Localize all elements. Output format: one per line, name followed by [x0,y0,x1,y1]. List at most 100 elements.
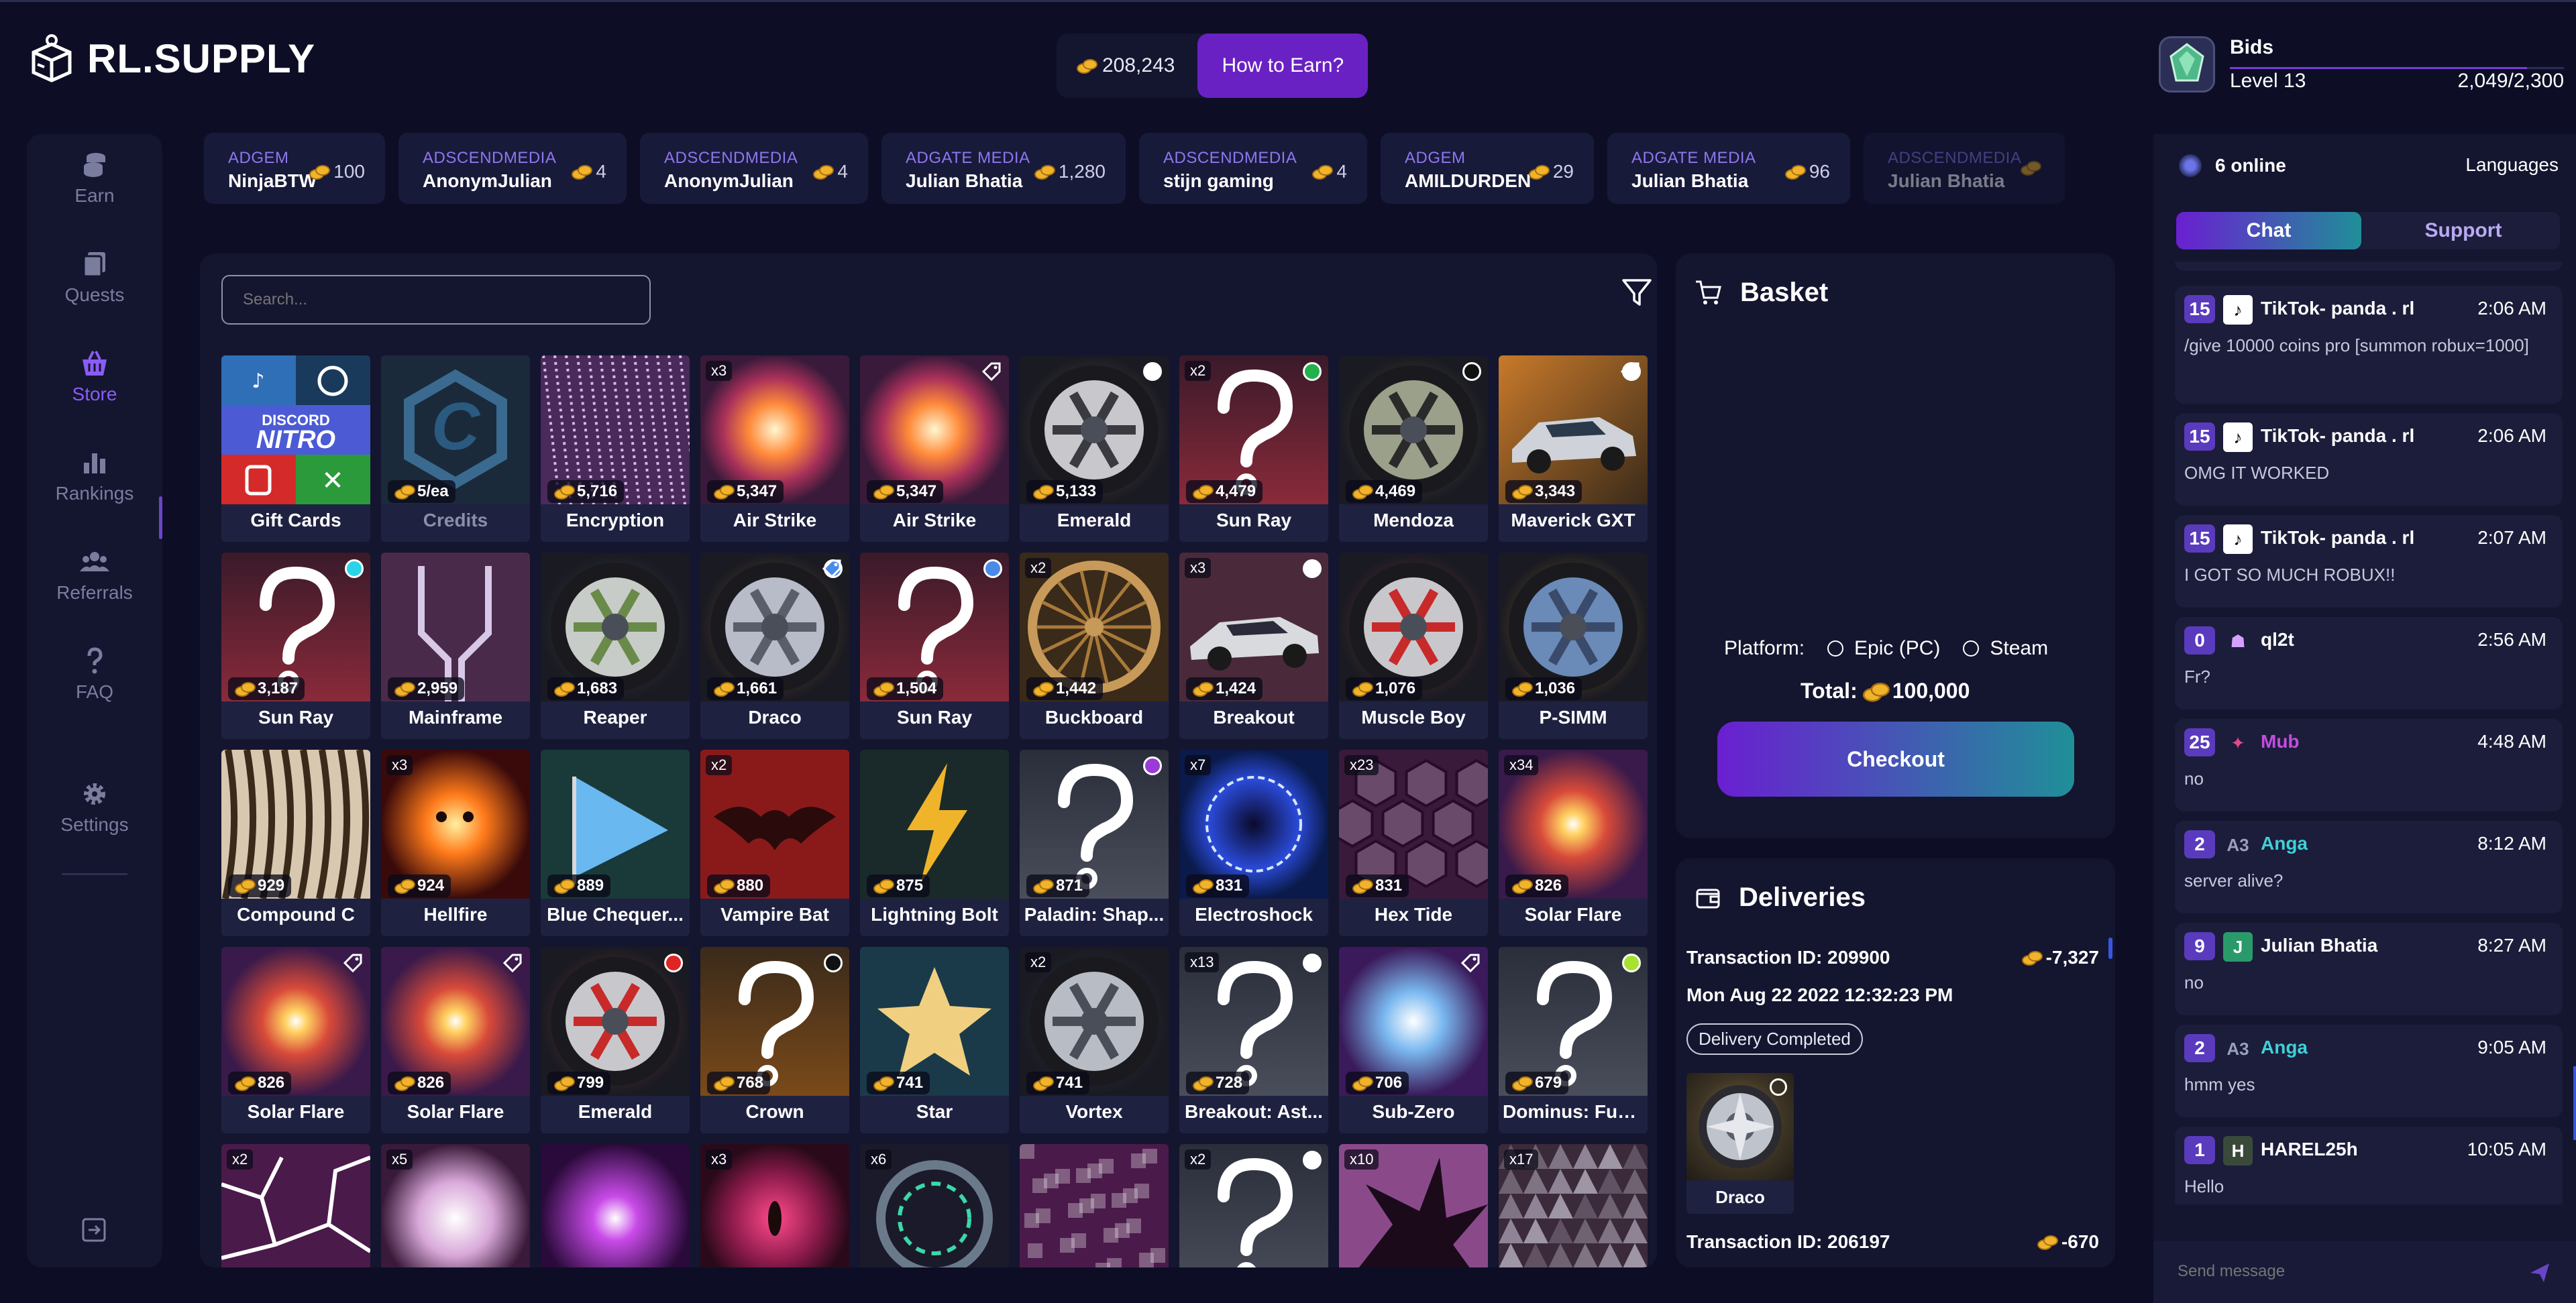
message-input[interactable] [2178,1257,2513,1286]
item-card[interactable]: 706 Sub-Zero [1339,947,1488,1133]
item-card[interactable]: x3 1,424 Breakout [1179,553,1328,739]
coin-icon [1784,165,1806,180]
item-card[interactable]: 741 Star [860,947,1009,1133]
paint-color-dot [664,954,683,972]
chat-username[interactable]: TikTok- panda . rl [2261,527,2414,549]
item-card[interactable]: 1,661 Draco [700,553,849,739]
item-card[interactable]: x5 [381,1144,530,1267]
chat-message: 15 ♪ TikTok- panda . rl 2:07 AM I GOT SO MUC… [2175,515,2563,608]
logo[interactable]: RL.SUPPLY [28,34,315,83]
item-card[interactable]: 3,343 Maverick GXT [1499,355,1648,542]
tab-support[interactable]: Support [2371,212,2556,249]
item-card[interactable]: x6 [860,1144,1009,1267]
item-card[interactable]: 799 Emerald [541,947,690,1133]
tab-chat[interactable]: Chat [2176,212,2361,249]
item-card[interactable]: x3 5,347 Air Strike [700,355,849,542]
nav-rankings[interactable]: Rankings [27,448,162,504]
search-input[interactable] [221,275,651,325]
chat-username[interactable]: TikTok- panda . rl [2261,298,2414,319]
logout-icon[interactable] [80,1216,107,1243]
item-card[interactable]: 1,683 Reaper [541,553,690,739]
item-card[interactable]: x2 1,442 Buckboard [1020,553,1169,739]
nav-referrals[interactable]: Referrals [27,547,162,604]
item-card[interactable]: 2,959 Mainframe [381,553,530,739]
item-quantity: x2 [227,1149,254,1170]
item-card[interactable]: x2 741 Vortex [1020,947,1169,1133]
item-card[interactable]: 5,716 Encryption [541,355,690,542]
item-price-value: 706 [1375,1074,1403,1092]
chat-username[interactable]: TikTok- panda . rl [2261,425,2414,447]
item-card[interactable] [1020,1144,1169,1267]
item-name: Crown [745,1101,804,1122]
item-card[interactable]: x2 [1179,1144,1328,1267]
nav-faq[interactable]: FAQ [27,646,162,703]
ticker-amount: 4 [572,161,606,182]
nav-settings[interactable]: Settings [27,779,162,836]
coin-icon [394,1076,415,1091]
item-card[interactable]: 826 Solar Flare [381,947,530,1133]
username: Bids [2230,36,2274,58]
nav-quests[interactable]: Quests [27,249,162,306]
avatar[interactable] [2159,36,2215,93]
checkout-button[interactable]: Checkout [1717,722,2074,797]
chat-username[interactable]: ql2t [2261,629,2294,650]
item-card[interactable]: x10 [1339,1144,1488,1267]
item-card[interactable]: 889 Blue Chequer... [541,750,690,936]
item-card[interactable] [541,1144,690,1267]
item-price-value: 875 [896,876,924,895]
chat-scrollbar[interactable] [2573,1066,2576,1140]
item-card[interactable]: x17 [1499,1144,1648,1267]
radio-steam[interactable] [1963,640,1980,657]
ticker-amount: 1,280 [1034,161,1106,182]
languages-button[interactable]: Languages [2465,154,2559,176]
item-card[interactable]: 768 Crown [700,947,849,1133]
anga-avatar-icon: A3 [2223,830,2253,860]
item-name: Star [916,1101,953,1122]
item-card[interactable]: 875 Lightning Bolt [860,750,1009,936]
platform-epic-label[interactable]: Epic (PC) [1854,637,1940,660]
item-card[interactable]: 1,504 Sun Ray [860,553,1009,739]
item-card[interactable]: x2 [221,1144,370,1267]
how-to-earn-button[interactable]: How to Earn? [1197,34,1368,98]
item-card[interactable]: 826 Solar Flare [221,947,370,1133]
item-card[interactable]: 871 Paladin: Shap... [1020,750,1169,936]
send-icon[interactable] [2528,1261,2552,1285]
item-card[interactable]: C 5/ea Credits [381,355,530,542]
item-card[interactable]: 4,469 Mendoza [1339,355,1488,542]
item-price: 3,343 [1505,480,1582,503]
platform-steam-label[interactable]: Steam [1990,637,2048,660]
item-card[interactable]: x3 [700,1144,849,1267]
chat-username[interactable]: Julian Bhatia [2261,935,2377,956]
chat-username[interactable]: HAREL25h [2261,1139,2358,1160]
item-card[interactable]: x2 880 Vampire Bat [700,750,849,936]
chat-username[interactable]: Mub [2261,731,2300,752]
item-card[interactable]: 929 Compound C [221,750,370,936]
item-card[interactable]: 679 Dominus: Fun... [1499,947,1648,1133]
nav-earn[interactable]: Earn [27,150,162,207]
chat-username[interactable]: Anga [2261,1037,2308,1058]
item-card[interactable]: x13 728 Breakout: Ast... [1179,947,1328,1133]
item-quantity: x13 [1185,952,1220,972]
filter-icon[interactable] [1621,276,1653,308]
deliveries-scrollbar[interactable] [2108,938,2112,959]
item-card[interactable]: DISCORD NITRO ♪ ✕ Gift Cards [221,355,370,542]
item-card[interactable]: x34 826 Solar Flare [1499,750,1648,936]
item-card[interactable]: 5,347 Air Strike [860,355,1009,542]
item-card[interactable]: x3 924 Hellfire [381,750,530,936]
item-card[interactable]: x7 831 Electroshock [1179,750,1328,936]
user-profile[interactable]: Bids Level 13 2,049/2,300 [2155,32,2564,105]
item-card[interactable]: x2 4,479 Sun Ray [1179,355,1328,542]
item-card[interactable]: 1,036 P-SIMM [1499,553,1648,739]
item-card[interactable]: 5,133 Emerald [1020,355,1169,542]
item-card[interactable]: 1,076 Muscle Boy [1339,553,1488,739]
paint-color-dot [1303,559,1322,578]
item-card[interactable]: x23 831 Hex Tide [1339,750,1488,936]
radio-epic[interactable] [1827,640,1844,657]
svg-text:C: C [431,389,481,464]
coin-icon [572,165,593,180]
chat-message: 1 H HAREL25h 10:05 AM Hello [2175,1127,2563,1204]
item-card[interactable]: 3,187 Sun Ray [221,553,370,739]
delivered-item-card[interactable]: Draco [1686,1073,1794,1214]
chat-username[interactable]: Anga [2261,833,2308,854]
nav-store[interactable]: Store [27,349,162,405]
